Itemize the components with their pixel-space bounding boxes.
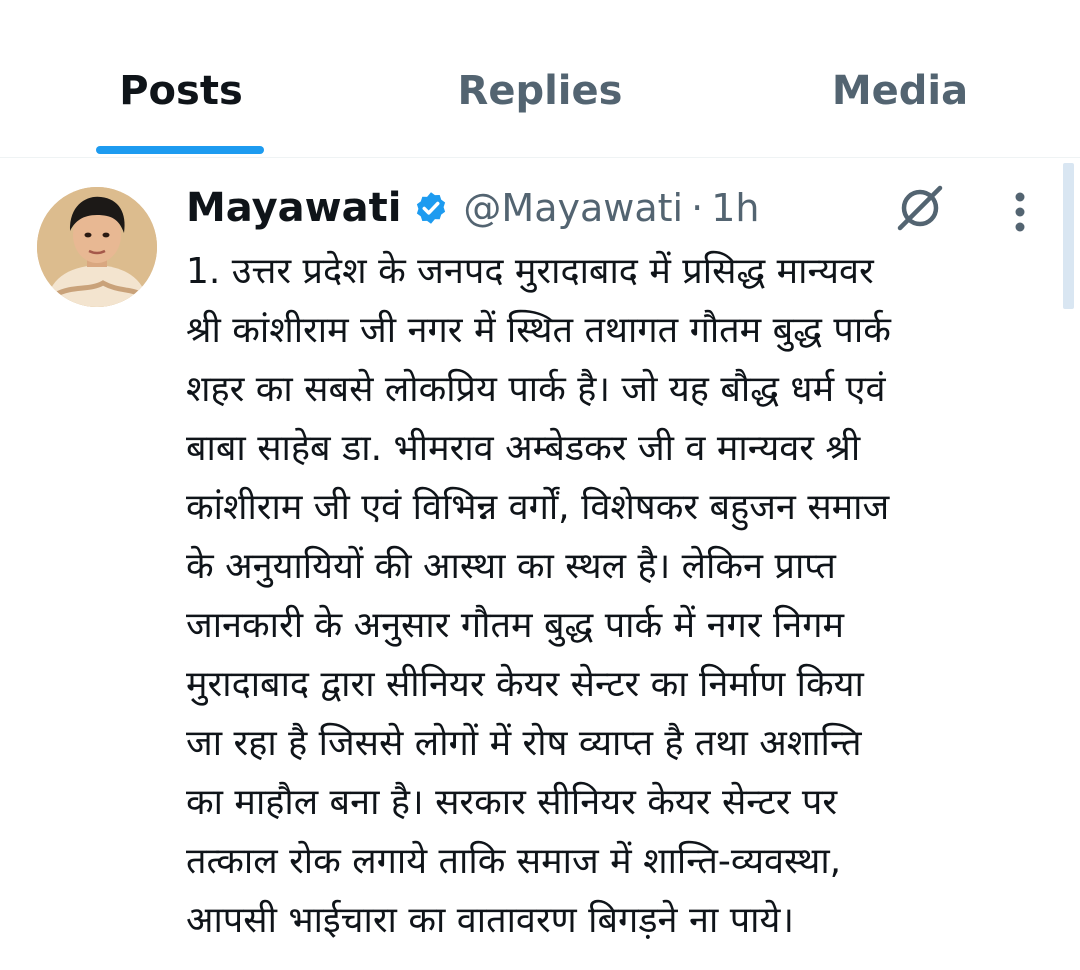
separator-dot: ·	[691, 186, 704, 230]
tweet-header: Mayawati @Mayawati · 1h	[186, 180, 759, 236]
tab-replies[interactable]: Replies	[440, 66, 640, 116]
avatar[interactable]	[37, 187, 157, 307]
tab-posts[interactable]: Posts	[96, 66, 266, 116]
tweet-text: 1. उत्तर प्रदेश के जनपद मुरादाबाद में प्…	[186, 251, 891, 941]
author-handle[interactable]: @Mayawati	[463, 186, 683, 230]
scrollbar[interactable]	[1063, 163, 1074, 309]
profile-tabs: Posts Replies Media	[0, 0, 1080, 158]
active-tab-indicator	[96, 146, 264, 154]
avatar-image	[37, 187, 157, 307]
post-time[interactable]: 1h	[711, 186, 759, 230]
tab-media[interactable]: Media	[810, 66, 990, 116]
verified-badge-icon	[413, 190, 449, 226]
grok-icon[interactable]	[892, 180, 948, 236]
more-options-icon[interactable]	[1005, 190, 1035, 234]
author-name[interactable]: Mayawati	[186, 185, 401, 231]
